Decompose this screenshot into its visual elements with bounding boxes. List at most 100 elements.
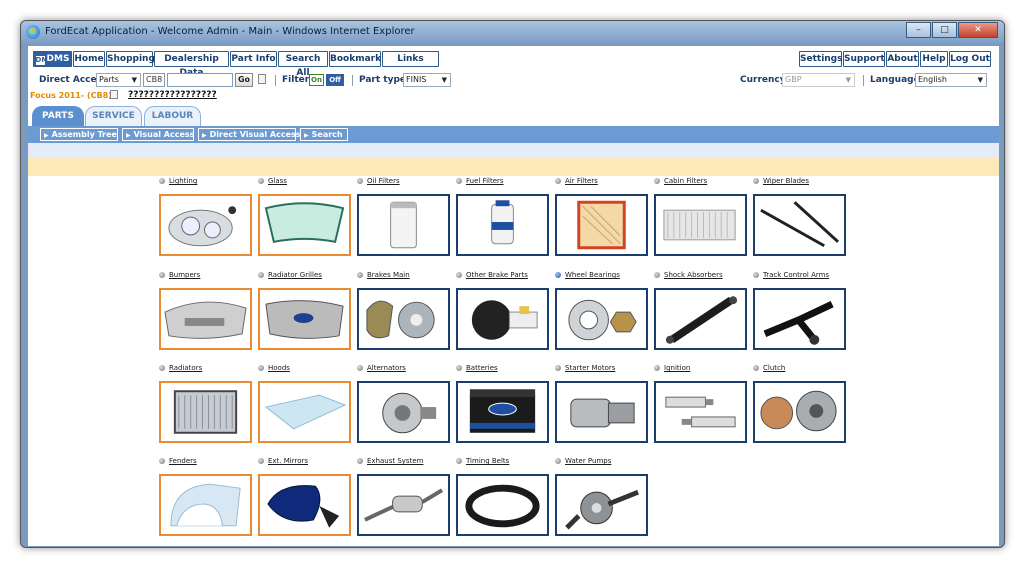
category-image-track-control-arms[interactable] (753, 288, 846, 350)
category-link-bumpers[interactable]: Bumpers (159, 270, 269, 280)
separator (863, 75, 864, 86)
language-value: English (918, 75, 947, 84)
subnav-assembly-tree[interactable]: ▶ Assembly Tree (40, 128, 118, 141)
category-link-wheel-bearings[interactable]: Wheel Bearings (555, 270, 665, 280)
category-link-fuel-filters[interactable]: Fuel Filters (456, 176, 566, 186)
subnav-direct-visual-access[interactable]: ▶ Direct Visual Access (198, 128, 301, 141)
nav-dms[interactable]: DMDMS (33, 51, 72, 67)
subnav-search[interactable]: ▶ Search (300, 128, 348, 141)
language-select[interactable]: English ▼ (915, 73, 987, 87)
filter-off-toggle[interactable]: Off (326, 74, 344, 86)
category-image-lighting[interactable] (159, 194, 252, 256)
category-image-batteries[interactable] (456, 381, 549, 443)
vehicle-label: Focus 2011- (CB8) (30, 91, 112, 100)
vehicle-row: Focus 2011- (CB8) ????????????????? (28, 90, 999, 102)
category-image-exhaust-system[interactable] (357, 474, 450, 536)
category-image-bumpers[interactable] (159, 288, 252, 350)
nav-dms-label: DMS (46, 54, 70, 64)
toolbar-row: Direct Access Parts ▼ CB8 Go Filter On Of… (28, 72, 999, 90)
category-image-hoods[interactable] (258, 381, 351, 443)
category-link-glass[interactable]: Glass (258, 176, 368, 186)
category-image-ext-mirrors[interactable] (258, 474, 351, 536)
starter-motor-icon (570, 398, 635, 428)
category-link-timing-belts[interactable]: Timing Belts (456, 456, 566, 466)
category-image-fuel-filters[interactable] (456, 194, 549, 256)
nav-links[interactable]: Links (382, 51, 439, 67)
go-button[interactable]: Go (235, 73, 253, 87)
part-type-select[interactable]: FINIS ▼ (403, 73, 451, 87)
category-image-radiator-grilles[interactable] (258, 288, 351, 350)
nav-part-info[interactable]: Part Info (230, 51, 277, 67)
category-image-other-brake-parts[interactable] (456, 288, 549, 350)
filter-on-toggle[interactable]: On (309, 74, 324, 86)
nav-dealership-data[interactable]: Dealership Data (154, 51, 229, 78)
category-link-cabin-filters[interactable]: Cabin Filters (654, 176, 764, 186)
currency-select[interactable]: GBP ▼ (782, 73, 855, 87)
category-link-water-pumps[interactable]: Water Pumps (555, 456, 665, 466)
nav-bookmark[interactable]: Bookmark (329, 51, 381, 67)
category-image-radiators[interactable] (159, 381, 252, 443)
category-image-alternators[interactable] (357, 381, 450, 443)
nav-shopping[interactable]: Shopping (106, 51, 155, 67)
nav-search-all[interactable]: Search All (278, 51, 328, 78)
triangle-right-icon: ▶ (304, 132, 309, 139)
category-link-air-filters[interactable]: Air Filters (555, 176, 665, 186)
category-link-fenders[interactable]: Fenders (159, 456, 269, 466)
tab-parts[interactable]: PARTS (32, 106, 84, 126)
direct-access-input[interactable] (167, 73, 233, 87)
print-icon[interactable] (110, 90, 118, 99)
minimize-button[interactable]: – (906, 22, 931, 38)
category-link-exhaust-system[interactable]: Exhaust System (357, 456, 467, 466)
category-link-ignition[interactable]: Ignition (654, 363, 764, 373)
category-link-radiator-grilles[interactable]: Radiator Grilles (258, 270, 368, 280)
chevron-down-icon: ▼ (845, 76, 851, 84)
category-image-oil-filters[interactable] (357, 194, 450, 256)
category-image-shock-absorbers[interactable] (654, 288, 747, 350)
category-link-lighting[interactable]: Lighting (159, 176, 269, 186)
category-link-track-control-arms[interactable]: Track Control Arms (753, 270, 863, 280)
category-link-ext-mirrors[interactable]: Ext. Mirrors (258, 456, 368, 466)
nav-settings[interactable]: Settings (799, 51, 842, 67)
nav-help[interactable]: Help (920, 51, 948, 67)
headlamp-icon (168, 206, 237, 247)
direct-access-select[interactable]: Parts ▼ (96, 73, 141, 87)
category-image-water-pumps[interactable] (555, 474, 648, 536)
currency-label: Currency (740, 75, 786, 85)
category-link-hoods[interactable]: Hoods (258, 363, 368, 373)
maximize-button[interactable]: □ (932, 22, 957, 38)
category-image-starter-motors[interactable] (555, 381, 648, 443)
category-image-glass[interactable] (258, 194, 351, 256)
category-link-wiper-blades[interactable]: Wiper Blades (753, 176, 863, 186)
category-link-shock-absorbers[interactable]: Shock Absorbers (654, 270, 764, 280)
code-input[interactable]: CB8 (143, 73, 165, 87)
category-link-batteries[interactable]: Batteries (456, 363, 566, 373)
category-image-wheel-bearings[interactable] (555, 288, 648, 350)
document-icon[interactable] (258, 74, 266, 84)
category-image-ignition[interactable] (654, 381, 747, 443)
category-image-brakes-main[interactable] (357, 288, 450, 350)
air-filter-icon (577, 200, 626, 250)
category-image-clutch[interactable] (753, 381, 846, 443)
category-link-oil-filters[interactable]: Oil Filters (357, 176, 467, 186)
close-button[interactable]: ✕ (958, 22, 998, 38)
vehicle-details-link[interactable]: ????????????????? (128, 90, 217, 100)
category-image-wiper-blades[interactable] (753, 194, 846, 256)
nav-log-out[interactable]: Log Out (949, 51, 991, 67)
category-link-starter-motors[interactable]: Starter Motors (555, 363, 665, 373)
category-link-brakes-main[interactable]: Brakes Main (357, 270, 467, 280)
subnav-visual-access[interactable]: ▶ Visual Access (122, 128, 194, 141)
category-image-cabin-filters[interactable] (654, 194, 747, 256)
category-link-other-brake-parts[interactable]: Other Brake Parts (456, 270, 566, 280)
category-link-alternators[interactable]: Alternators (357, 363, 467, 373)
nav-support[interactable]: Support (843, 51, 885, 67)
category-image-air-filters[interactable] (555, 194, 648, 256)
category-image-timing-belts[interactable] (456, 474, 549, 536)
nav-about[interactable]: About (886, 51, 919, 67)
category-link-clutch[interactable]: Clutch (753, 363, 863, 373)
tab-labour[interactable]: LABOUR (144, 106, 201, 126)
category-image-fenders[interactable] (159, 474, 252, 536)
category-link-radiators[interactable]: Radiators (159, 363, 269, 373)
nav-home[interactable]: Home (73, 51, 105, 67)
tab-service[interactable]: SERVICE (85, 106, 142, 126)
subnav-search-label: Search (311, 130, 343, 139)
